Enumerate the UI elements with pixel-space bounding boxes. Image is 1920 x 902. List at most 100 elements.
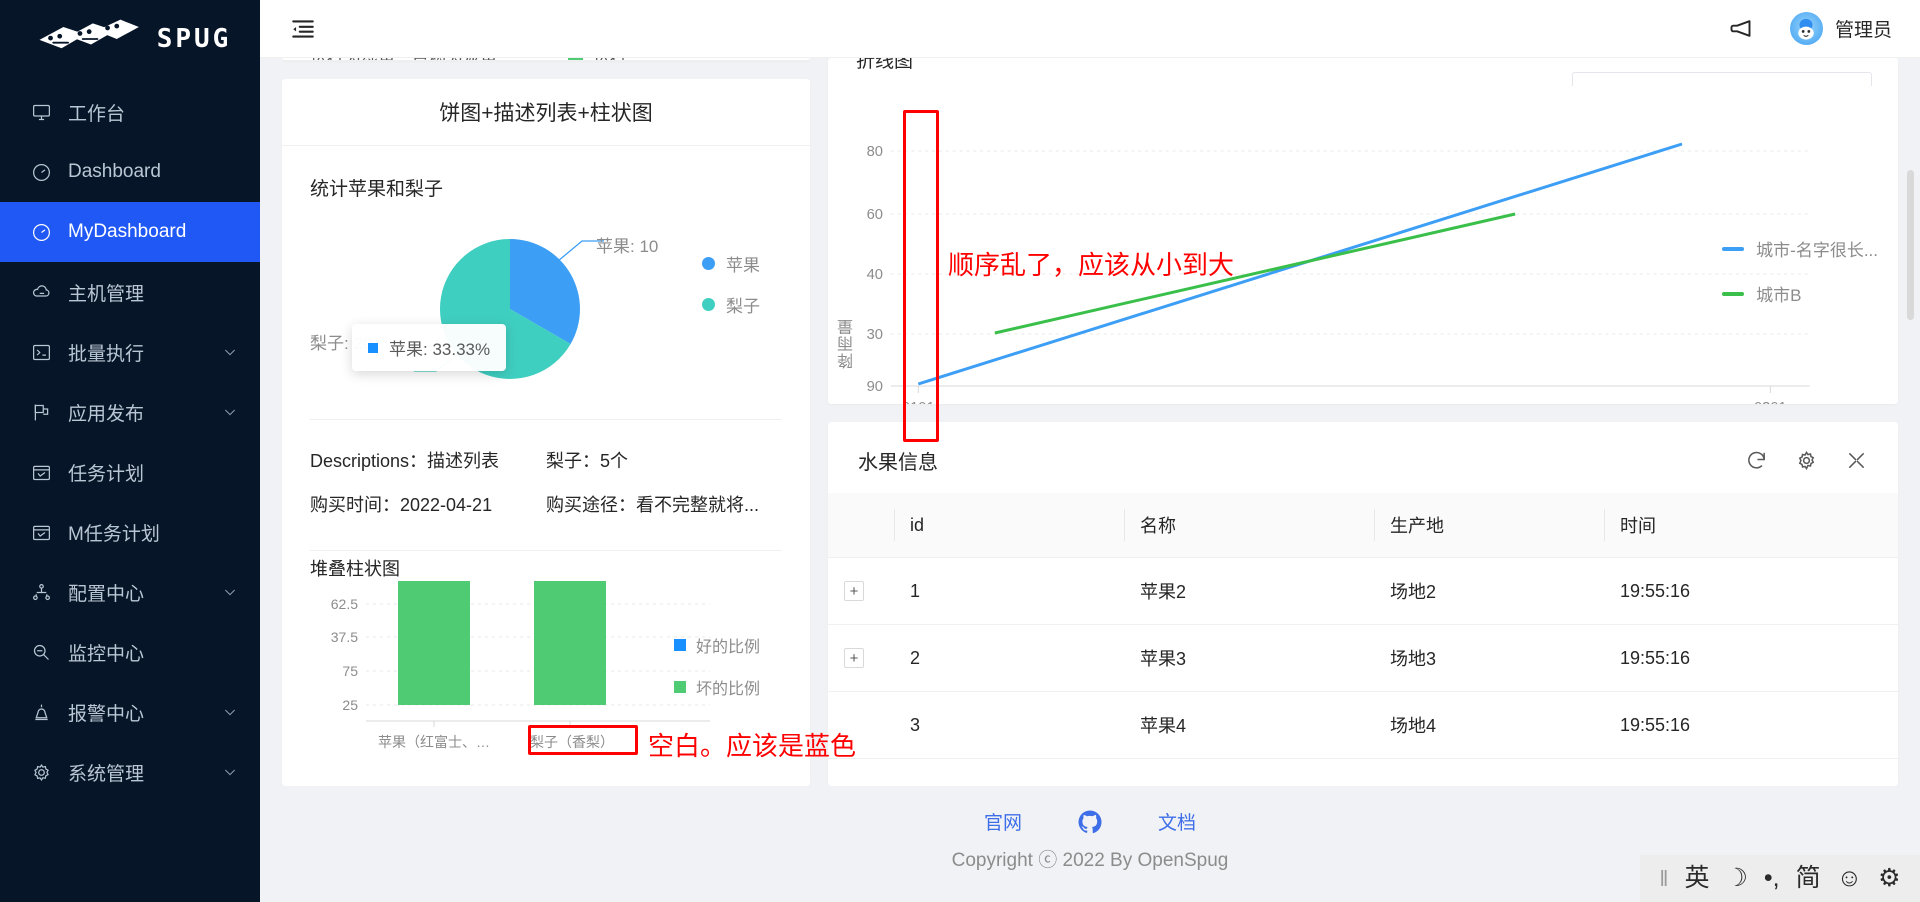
cell-place: 场地3 (1374, 624, 1604, 692)
pie-chart[interactable]: 苹果: 10 梨子: 20 苹果 梨子 苹果: 33.33% (310, 205, 782, 405)
ime-settings-icon[interactable]: ⚙ (1878, 866, 1900, 891)
sidebar-item-jiankongzhongxin[interactable]: 监控中心 (0, 622, 260, 682)
gear-icon[interactable] (1794, 449, 1818, 473)
status-label: 运行 (593, 58, 627, 60)
legend-item[interactable]: 城市-名字很长... (1722, 236, 1878, 261)
legend-item[interactable]: 好的比例 (673, 633, 760, 657)
cell-id: 2 (894, 624, 1124, 692)
svg-text:25: 25 (342, 697, 358, 713)
sidebar: SPUG 工作台 Dashboard MyDashboard 主机管理 批量执行… (0, 0, 260, 902)
table-row[interactable]: + 2 苹果3 场地3 19:55:16 (828, 624, 1898, 692)
sidebar-item-baojingzhongxin[interactable]: 报警中心 (0, 682, 260, 742)
column-header-name[interactable]: 名称 (1124, 493, 1374, 558)
user-menu[interactable]: 管理员 (1789, 12, 1892, 45)
table-header-bar: 水果信息 (828, 422, 1898, 493)
expand-row-button[interactable]: + (844, 648, 864, 668)
github-icon[interactable] (1078, 810, 1102, 834)
table-actions (1744, 449, 1868, 473)
sidebar-item-gongzuotai[interactable]: 工作台 (0, 82, 260, 142)
legend-label: 苹果 (726, 256, 760, 275)
sidebar-item-dashboard[interactable]: Dashboard (0, 142, 260, 202)
sidebar-item-label: 系统管理 (68, 763, 145, 785)
sidebar-nav: 工作台 Dashboard MyDashboard 主机管理 批量执行 应用发布… (0, 78, 260, 902)
sidebar-item-renwujihua[interactable]: 任务计划 (0, 442, 260, 502)
ime-moon-icon[interactable]: ☽ (1726, 866, 1748, 891)
refresh-icon[interactable] (1744, 449, 1768, 473)
footer-link-official-site[interactable]: 官网 (984, 808, 1022, 835)
legend-item[interactable]: 苹果 (702, 251, 760, 276)
sidebar-item-label: 任务计划 (68, 463, 145, 485)
footer-link-docs[interactable]: 文档 (1158, 808, 1196, 835)
table-row[interactable]: 3 苹果4 场地4 19:55:16 (828, 691, 1898, 759)
svg-text:40: 40 (867, 267, 883, 283)
legend-item[interactable]: 坏的比例 (673, 675, 760, 699)
cell-place: 场地2 (1374, 557, 1604, 625)
sidebar-item-piliangzhixing[interactable]: 批量执行 (0, 322, 260, 382)
line-card-select[interactable] (1572, 72, 1872, 86)
ime-handle-icon[interactable]: ‖ (1659, 866, 1668, 892)
pie-descriptions-bar-card: 饼图+描述列表+柱状图 统计苹果和梨子 苹果: 10 梨子: 20 苹果 梨子 … (282, 79, 810, 786)
pie-chart-title: 统计苹果和梨子 (310, 179, 444, 200)
sidebar-item-label: 配置中心 (68, 583, 145, 605)
sidebar-item-xitongguanli[interactable]: 系统管理 (0, 742, 260, 802)
menu-fold-icon[interactable] (288, 14, 318, 44)
cell-time: 19:55:16 (1604, 624, 1898, 692)
sidebar-item-zhujiguanli[interactable]: 主机管理 (0, 262, 260, 322)
app-root: SPUG 工作台 Dashboard MyDashboard 主机管理 批量执行… (0, 0, 1920, 902)
sidebar-item-m-renwujihua[interactable]: M任务计划 (0, 502, 260, 562)
legend-swatch-icon (673, 639, 686, 651)
ime-emoji-icon[interactable]: ☺ (1837, 866, 1863, 891)
cloud-server-icon (30, 281, 52, 303)
calendar-check-icon (30, 461, 52, 483)
table-row[interactable]: + 1 苹果2 场地2 19:55:16 (828, 557, 1898, 625)
sidebar-item-yingyongfabu[interactable]: 应用发布 (0, 382, 260, 442)
bar-legend: 好的比例 坏的比例 (673, 633, 760, 717)
annotation-box-bar-blank (528, 725, 638, 755)
divider (310, 550, 782, 551)
legend-item[interactable]: 梨子 (702, 292, 760, 317)
column-header-place[interactable]: 生产地 (1374, 493, 1604, 558)
legend-swatch-icon (702, 298, 715, 311)
brand-logo[interactable]: SPUG (0, 0, 260, 78)
column-header-expand[interactable] (828, 493, 894, 558)
row-expander-cell: + (828, 624, 894, 692)
sidebar-item-label: M任务计划 (68, 523, 160, 545)
tooltip-text: 苹果: 33.33% (389, 340, 491, 359)
line-card-title: 折线图 (856, 58, 914, 72)
column-header-id[interactable]: id (894, 493, 1124, 558)
clipped-status-card: 运行为绿色，已构为灰色： 运行 (282, 58, 810, 61)
sidebar-item-mydashboard[interactable]: MyDashboard (0, 202, 260, 262)
sidebar-item-label: 报警中心 (68, 703, 145, 725)
ime-lang-toggle[interactable]: 英 (1684, 866, 1709, 891)
desktop-icon (30, 101, 52, 123)
legend-label: 城市B (1756, 286, 1802, 305)
fullscreen-icon[interactable] (1844, 449, 1868, 473)
line-chart-card: 折线图 80 60 40 30 90 降雨量 城市-名字很长... 城市B (828, 58, 1898, 404)
description-value: 看不完整就将... (636, 495, 760, 515)
ime-punctuation-icon[interactable]: •, (1764, 866, 1780, 891)
right-column: 折线图 80 60 40 30 90 降雨量 城市-名字很长... 城市B 水果… (828, 58, 1914, 786)
sidebar-item-peizhizhongxin[interactable]: 配置中心 (0, 562, 260, 622)
megaphone-icon[interactable] (1726, 14, 1756, 44)
svg-text:0301: 0301 (1754, 400, 1787, 404)
expand-row-button[interactable]: + (844, 581, 864, 601)
ime-simplified-toggle[interactable]: 简 (1796, 866, 1821, 891)
clipped-status-text: 运行为绿色，已构为灰色： (310, 58, 568, 60)
chevron-down-icon (222, 584, 238, 600)
legend-swatch-icon (1722, 246, 1745, 251)
description-label: Descriptions： (310, 451, 428, 471)
legend-label: 好的比例 (695, 639, 760, 656)
line-card-clipped-header: 折线图 (828, 58, 1898, 86)
calendar-check-icon (30, 521, 52, 543)
table-header-row: id 名称 生产地 时间 (828, 493, 1898, 558)
column-header-time[interactable]: 时间 (1604, 493, 1898, 558)
footer-links: 官网 文档 (260, 808, 1920, 835)
chevron-down-icon (222, 344, 238, 360)
cluster-icon (30, 581, 52, 603)
legend-swatch-icon (702, 257, 715, 270)
description-label: 梨子： (546, 451, 600, 471)
chevron-down-icon (222, 704, 238, 720)
legend-label: 坏的比例 (695, 681, 760, 698)
legend-item[interactable]: 城市B (1722, 281, 1878, 306)
svg-text:62.5: 62.5 (331, 596, 358, 612)
